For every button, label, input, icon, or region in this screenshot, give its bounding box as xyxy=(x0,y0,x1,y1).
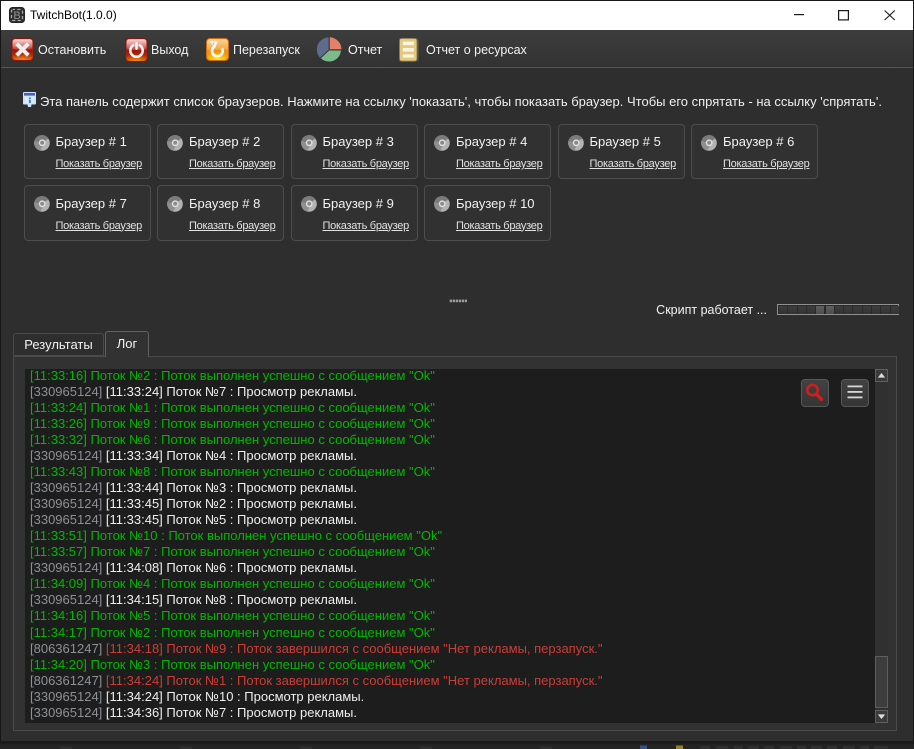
svg-text:B: B xyxy=(13,10,20,22)
